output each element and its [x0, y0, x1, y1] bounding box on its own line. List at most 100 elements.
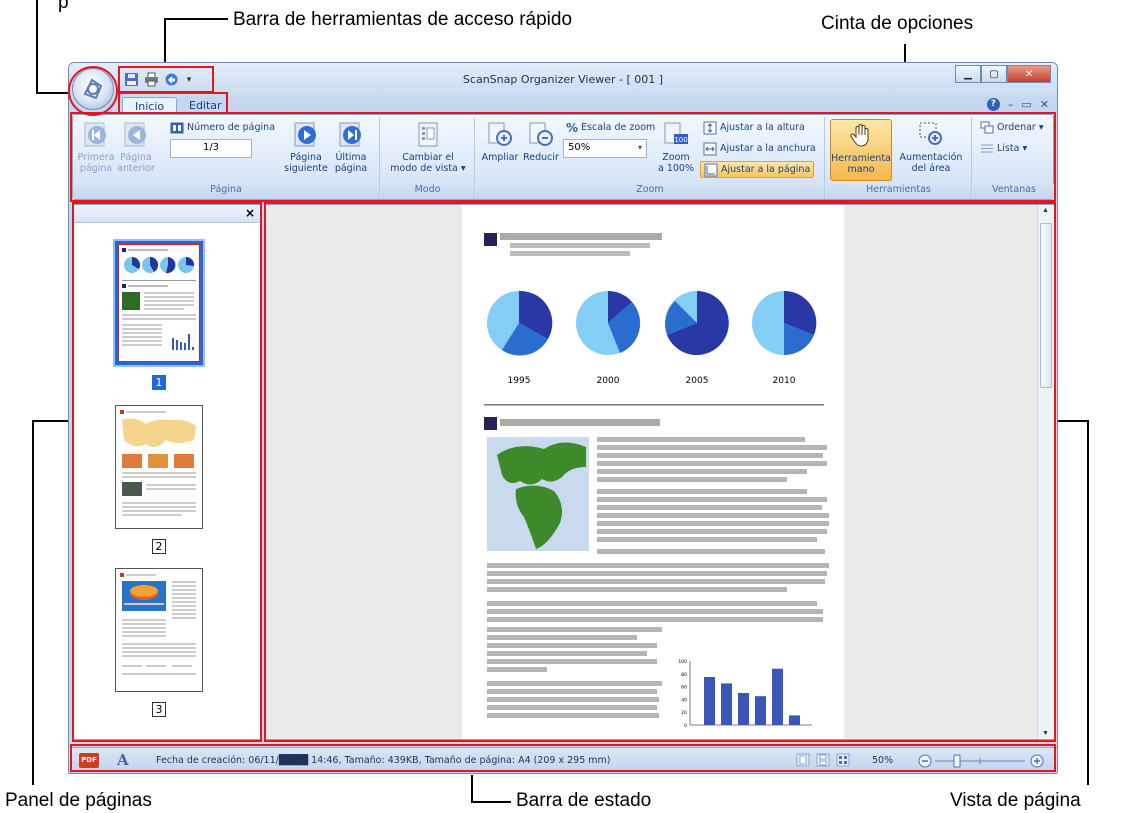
close-window-icon[interactable]: ✕	[1007, 65, 1051, 83]
first-page-label-2: página	[79, 163, 113, 174]
zoom-100-button[interactable]: 100 Zoom a 100%	[656, 119, 696, 174]
list-button[interactable]: Lista ▾	[977, 140, 1030, 157]
minimize-icon[interactable]: ▁	[955, 65, 981, 83]
chevron-down-icon: ▾	[1038, 122, 1044, 133]
page-thumbnail-image	[118, 244, 200, 362]
title-bar: ScanSnap Organizer Viewer - [ 001 ] ▾ ▁ …	[69, 63, 1057, 97]
ribbon-window-controls: ? – ▭ ✕	[986, 98, 1049, 111]
first-page-icon	[84, 122, 106, 147]
continuous-view-icon[interactable]	[816, 753, 830, 767]
page-view[interactable]: 1995 2000 2005 2010 100 80 60 40 20 0 ▲ …	[265, 204, 1055, 740]
zoom-100-icon: 100	[664, 122, 688, 144]
fit-page-button[interactable]: Ajustar a la página	[700, 161, 815, 178]
font-icon[interactable]: A	[117, 751, 129, 769]
arrange-icon	[980, 121, 994, 134]
fit-height-button[interactable]: Ajustar a la altura	[700, 119, 808, 136]
group-label-herramientas: Herramientas	[826, 184, 971, 199]
next-page-button[interactable]: Página siguiente	[284, 119, 328, 174]
last-page-icon	[339, 122, 361, 147]
ribbon-restore-icon[interactable]: ▭	[1021, 98, 1031, 111]
page-number-1[interactable]: 1	[152, 375, 166, 390]
page-number-input[interactable]: 1/3	[170, 139, 252, 158]
next-page-icon	[294, 122, 316, 147]
single-page-view-icon[interactable]	[796, 753, 810, 767]
send-icon[interactable]	[163, 71, 180, 88]
ribbon-close-icon[interactable]: ✕	[1040, 98, 1049, 111]
fit-width-icon	[703, 142, 717, 155]
area-zoom-button[interactable]: Aumentación del área	[896, 119, 966, 174]
ribbon: Primera página Página anterior Número de…	[72, 114, 1055, 200]
list-label: Lista	[997, 143, 1020, 154]
zoom-out-icon	[529, 122, 553, 146]
document-page: 1995 2000 2005 2010 100 80 60 40 20 0	[462, 205, 844, 739]
page-number-2[interactable]: 2	[152, 539, 166, 554]
scrollbar-thumb[interactable]	[1040, 223, 1052, 388]
callout-line	[32, 420, 34, 785]
map-image	[487, 437, 589, 551]
last-page-button[interactable]: Última página	[331, 119, 371, 174]
page-number-3[interactable]: 3	[152, 702, 166, 717]
app-window: ScanSnap Organizer Viewer - [ 001 ] ▾ ▁ …	[68, 62, 1058, 774]
zoom-in-button[interactable]: Ampliar	[480, 119, 520, 163]
bar-chart-bar	[772, 668, 783, 725]
view-mode-buttons	[796, 753, 850, 767]
arrange-button[interactable]: Ordenar ▾	[977, 119, 1047, 136]
scroll-up-icon[interactable]: ▲	[1042, 207, 1049, 214]
group-label-zoom: Zoom	[476, 184, 824, 199]
callout-top-left-fragment: p	[58, 0, 69, 13]
page-thumbnail-2[interactable]	[115, 405, 203, 529]
pdf-icon[interactable]: PDF	[79, 753, 99, 768]
save-icon[interactable]	[123, 71, 140, 88]
ribbon-tabs: Inicio Editar ? – ▭ ✕	[69, 95, 1057, 116]
group-zoom: Ampliar Reducir % Escala de zoom 50% ▾ 1…	[476, 117, 825, 199]
app-logo-icon	[83, 78, 103, 100]
zoom-slider[interactable]	[917, 753, 1047, 769]
callout-pages-panel: Panel de páginas	[5, 790, 152, 811]
bar-chart: 100 80 60 40 20 0	[678, 659, 812, 729]
page-thumbnail-3[interactable]	[115, 568, 203, 692]
zoom-out-button[interactable]: Reducir	[521, 119, 561, 163]
callout-line	[471, 801, 511, 803]
maximize-icon[interactable]: ▢	[981, 65, 1007, 83]
bar-chart-tick-label: 40	[681, 697, 687, 703]
zoom-out-label: Reducir	[523, 152, 559, 163]
bar-chart-tick-label: 0	[684, 723, 687, 729]
callout-ribbon: Cinta de opciones	[821, 13, 974, 34]
ribbon-minimize-icon[interactable]: –	[1008, 98, 1014, 111]
fit-width-label: Ajustar a la anchura	[720, 143, 816, 154]
zoom-scale-label-row: % Escala de zoom	[563, 119, 658, 136]
zoom-slider-thumb	[953, 754, 961, 768]
pie-chart-2005	[665, 291, 729, 355]
first-page-button[interactable]: Primera página	[78, 119, 114, 174]
previous-page-button[interactable]: Página anterior	[117, 119, 155, 174]
close-panel-icon[interactable]: ×	[245, 206, 255, 220]
bar-chart-bar	[789, 715, 800, 725]
group-pagina: Primera página Página anterior Número de…	[73, 117, 380, 199]
callout-quick-access-toolbar: Barra de herramientas de acceso rápido	[233, 9, 573, 30]
grid-view-icon[interactable]	[836, 753, 850, 767]
page-thumbnail-image	[120, 410, 196, 516]
callout-line	[164, 18, 166, 66]
bar-chart-tick-label: 20	[681, 710, 687, 716]
app-menu-button[interactable]	[72, 68, 114, 110]
fit-page-icon	[704, 163, 718, 176]
area-zoom-label-2: del área	[911, 163, 951, 174]
window-controls: ▁ ▢ ✕	[955, 65, 1051, 83]
scroll-down-icon[interactable]: ▼	[1042, 730, 1049, 737]
callout-status-bar: Barra de estado	[516, 790, 652, 811]
customize-qat-icon[interactable]: ▾	[183, 74, 195, 85]
zoom-100-label-2: a 100%	[657, 163, 694, 174]
page-thumbnail-1[interactable]	[115, 241, 203, 365]
status-bar: PDF A Fecha de creación: 06/11/████ 14:4…	[69, 747, 1057, 773]
bar-chart-bar	[721, 683, 732, 725]
vertical-scrollbar[interactable]: ▲ ▼	[1037, 205, 1054, 739]
change-view-mode-button[interactable]: Cambiar el modo de vista ▾	[389, 119, 467, 174]
group-label-modo: Modo	[381, 184, 474, 199]
fit-width-button[interactable]: Ajustar a la anchura	[700, 140, 819, 157]
help-icon[interactable]: ?	[986, 98, 1000, 111]
callout-line	[471, 775, 473, 803]
zoom-scale-select[interactable]: 50% ▾	[563, 139, 647, 158]
area-zoom-icon	[919, 122, 942, 145]
print-icon[interactable]	[143, 71, 160, 88]
hand-tool-button[interactable]: Herramienta mano	[830, 119, 892, 181]
